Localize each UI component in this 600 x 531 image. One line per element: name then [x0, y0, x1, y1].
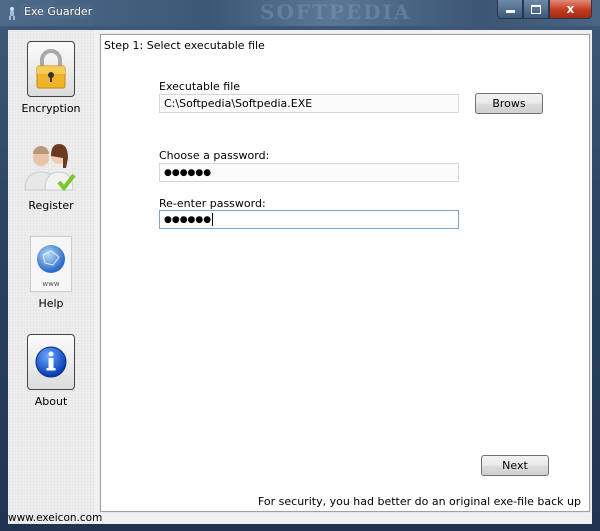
text-caret [212, 213, 214, 226]
executable-file-input[interactable]: C:\Softpedia\Softpedia.EXE [159, 94, 459, 113]
reenter-password-value: ●●●●●● [164, 214, 212, 225]
info-icon [27, 334, 75, 390]
reenter-password-input[interactable]: ●●●●●● [159, 210, 459, 229]
app-icon [9, 7, 15, 20]
maximize-icon [531, 4, 541, 14]
maximize-button[interactable] [523, 0, 549, 19]
executable-file-value: C:\Softpedia\Softpedia.EXE [164, 97, 313, 110]
close-button[interactable]: x [549, 0, 592, 19]
app-window: Exe Guarder SOFTPEDIA x Encryption Regis… [0, 0, 600, 531]
window-title: Exe Guarder [24, 5, 93, 18]
sidebar-label: Encryption [21, 102, 81, 115]
close-icon: x [566, 2, 575, 16]
users-check-icon [21, 140, 81, 194]
client-area: Encryption Register www Help About www.e… [8, 30, 592, 524]
caption-buttons: x [497, 0, 592, 19]
reenter-password-label: Re-enter password: [159, 197, 266, 210]
sidebar-item-about[interactable]: About [8, 334, 94, 408]
sidebar-item-help[interactable]: www Help [8, 236, 94, 310]
backup-hint: For security, you had better do an origi… [257, 495, 581, 508]
minimize-button[interactable] [497, 0, 523, 19]
sidebar: Encryption Register www Help About www.e… [8, 30, 102, 524]
minimize-icon [505, 10, 515, 13]
browse-button[interactable]: Brows [475, 93, 543, 114]
padlock-icon [27, 41, 75, 97]
sidebar-item-register[interactable]: Register [8, 140, 94, 212]
password-value: ●●●●●● [164, 167, 212, 178]
step-title: Step 1: Select executable file [104, 39, 265, 52]
sidebar-label: Register [28, 199, 74, 212]
wizard-panel: Step 1: Select executable file Executabl… [100, 34, 590, 512]
executable-file-label: Executable file [159, 80, 241, 93]
sidebar-label: Help [38, 297, 64, 310]
password-label: Choose a password: [159, 149, 270, 162]
title-bar[interactable]: Exe Guarder SOFTPEDIA x [0, 0, 600, 26]
password-input[interactable]: ●●●●●● [159, 163, 459, 182]
watermark-text: SOFTPEDIA [260, 0, 412, 24]
globe-www-icon: www [30, 236, 72, 292]
sidebar-item-encryption[interactable]: Encryption [8, 41, 94, 115]
next-button[interactable]: Next [481, 455, 549, 476]
sidebar-label: About [34, 395, 68, 408]
website-link[interactable]: www.exeicon.com [8, 512, 102, 524]
svg-text:www: www [42, 280, 59, 288]
